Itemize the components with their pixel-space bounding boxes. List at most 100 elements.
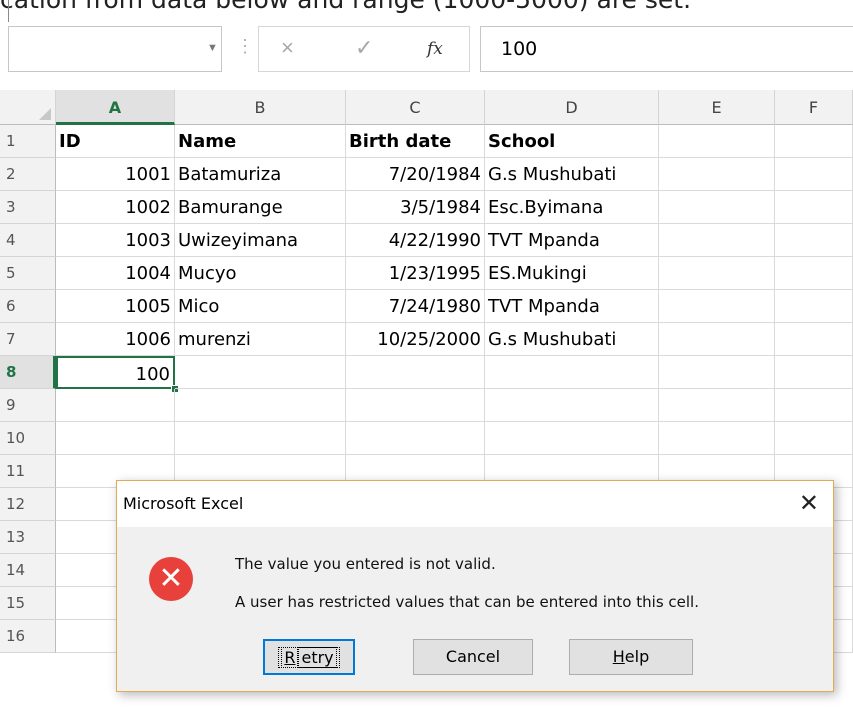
formula-input[interactable]: 100 xyxy=(480,26,853,72)
cell-d6[interactable]: TVT Mpanda xyxy=(485,290,659,323)
row-header-4[interactable]: 4 xyxy=(0,224,56,257)
cell-a10[interactable] xyxy=(56,422,175,455)
cell-c3[interactable]: 3/5/1984 xyxy=(346,191,485,224)
cell-e5[interactable] xyxy=(659,257,775,290)
cell-e2[interactable] xyxy=(659,158,775,191)
column-header-b[interactable]: B xyxy=(175,90,346,125)
cancel-button[interactable]: Cancel xyxy=(413,639,533,675)
column-header-f[interactable]: F xyxy=(775,90,853,125)
cell-b4[interactable]: Uwizeyimana xyxy=(175,224,346,257)
cancel-icon[interactable]: × xyxy=(281,35,294,61)
formula-bar-grip-icon[interactable]: ⋮ xyxy=(236,36,254,57)
formula-bar-buttons: × ✓ fx xyxy=(258,26,470,72)
cell-a6[interactable]: 1005 xyxy=(56,290,175,323)
column-header-e[interactable]: E xyxy=(659,90,775,125)
row-header-2[interactable]: 2 xyxy=(0,158,56,191)
cell-d1[interactable]: School xyxy=(485,125,659,158)
retry-button[interactable]: Retry xyxy=(263,639,355,675)
cell-c4[interactable]: 4/22/1990 xyxy=(346,224,485,257)
cell-d4[interactable]: TVT Mpanda xyxy=(485,224,659,257)
row-header-11[interactable]: 11 xyxy=(0,455,56,488)
cell-b6[interactable]: Mico xyxy=(175,290,346,323)
cell-c5[interactable]: 1/23/1995 xyxy=(346,257,485,290)
dialog-message-secondary: A user has restricted values that can be… xyxy=(235,593,699,611)
cell-b3[interactable]: Bamurange xyxy=(175,191,346,224)
cell-f2[interactable] xyxy=(775,158,853,191)
cell-d10[interactable] xyxy=(485,422,659,455)
cell-d3[interactable]: Esc.Byimana xyxy=(485,191,659,224)
row-header-3[interactable]: 3 xyxy=(0,191,56,224)
select-all-triangle-icon xyxy=(39,108,51,120)
cell-b8[interactable] xyxy=(175,356,346,389)
cell-d7[interactable]: G.s Mushubati xyxy=(485,323,659,356)
dialog-title: Microsoft Excel xyxy=(117,481,833,527)
select-all-button[interactable] xyxy=(0,90,56,125)
column-header-a[interactable]: A xyxy=(56,90,175,125)
window-edge xyxy=(8,0,9,22)
cell-d9[interactable] xyxy=(485,389,659,422)
close-icon[interactable]: ✕ xyxy=(799,489,819,517)
cell-e3[interactable] xyxy=(659,191,775,224)
cell-a1[interactable]: ID xyxy=(56,125,175,158)
cell-c7[interactable]: 10/25/2000 xyxy=(346,323,485,356)
row-header-14[interactable]: 14 xyxy=(0,554,56,587)
help-button[interactable]: Help xyxy=(569,639,693,675)
cell-f3[interactable] xyxy=(775,191,853,224)
name-box[interactable]: ▼ xyxy=(8,26,222,72)
cell-a7[interactable]: 1006 xyxy=(56,323,175,356)
row-header-12[interactable]: 12 xyxy=(0,488,56,521)
cell-c8[interactable] xyxy=(346,356,485,389)
cell-e9[interactable] xyxy=(659,389,775,422)
cell-f7[interactable] xyxy=(775,323,853,356)
insert-function-icon[interactable]: fx xyxy=(427,39,443,59)
cell-c2[interactable]: 7/20/1984 xyxy=(346,158,485,191)
cell-e6[interactable] xyxy=(659,290,775,323)
cell-b1[interactable]: Name xyxy=(175,125,346,158)
cell-a3[interactable]: 1002 xyxy=(56,191,175,224)
row-header-7[interactable]: 7 xyxy=(0,323,56,356)
row-header-16[interactable]: 16 xyxy=(0,620,56,653)
cell-a2[interactable]: 1001 xyxy=(56,158,175,191)
cell-c1[interactable]: Birth date xyxy=(346,125,485,158)
cell-c6[interactable]: 7/24/1980 xyxy=(346,290,485,323)
cell-a9[interactable] xyxy=(56,389,175,422)
row-header-10[interactable]: 10 xyxy=(0,422,56,455)
active-cell-a8[interactable]: 100 xyxy=(56,356,175,389)
row-header-9[interactable]: 9 xyxy=(0,389,56,422)
row-header-13[interactable]: 13 xyxy=(0,521,56,554)
cell-f6[interactable] xyxy=(775,290,853,323)
row-header-8[interactable]: 8 xyxy=(0,356,56,389)
cell-f10[interactable] xyxy=(775,422,853,455)
cell-f1[interactable] xyxy=(775,125,853,158)
row-header-5[interactable]: 5 xyxy=(0,257,56,290)
row-header-1[interactable]: 1 xyxy=(0,125,56,158)
column-header-c[interactable]: C xyxy=(346,90,485,125)
cell-e7[interactable] xyxy=(659,323,775,356)
cell-c9[interactable] xyxy=(346,389,485,422)
cell-b2[interactable]: Batamuriza xyxy=(175,158,346,191)
cell-d2[interactable]: G.s Mushubati xyxy=(485,158,659,191)
cell-b10[interactable] xyxy=(175,422,346,455)
cell-d8[interactable] xyxy=(485,356,659,389)
cell-d5[interactable]: ES.Mukingi xyxy=(485,257,659,290)
cell-f8[interactable] xyxy=(775,356,853,389)
cell-b5[interactable]: Mucyo xyxy=(175,257,346,290)
cropped-instruction-text: cation from data below and range (1000-5… xyxy=(0,0,691,15)
cell-f5[interactable] xyxy=(775,257,853,290)
cell-a4[interactable]: 1003 xyxy=(56,224,175,257)
cell-a5[interactable]: 1004 xyxy=(56,257,175,290)
chevron-down-icon[interactable]: ▼ xyxy=(207,42,218,54)
row-header-6[interactable]: 6 xyxy=(0,290,56,323)
cell-c10[interactable] xyxy=(346,422,485,455)
cell-b9[interactable] xyxy=(175,389,346,422)
column-header-d[interactable]: D xyxy=(485,90,659,125)
cell-f4[interactable] xyxy=(775,224,853,257)
row-header-15[interactable]: 15 xyxy=(0,587,56,620)
cell-e4[interactable] xyxy=(659,224,775,257)
enter-check-icon[interactable]: ✓ xyxy=(355,35,373,61)
cell-b7[interactable]: murenzi xyxy=(175,323,346,356)
cell-f9[interactable] xyxy=(775,389,853,422)
cell-e8[interactable] xyxy=(659,356,775,389)
cell-e1[interactable] xyxy=(659,125,775,158)
cell-e10[interactable] xyxy=(659,422,775,455)
